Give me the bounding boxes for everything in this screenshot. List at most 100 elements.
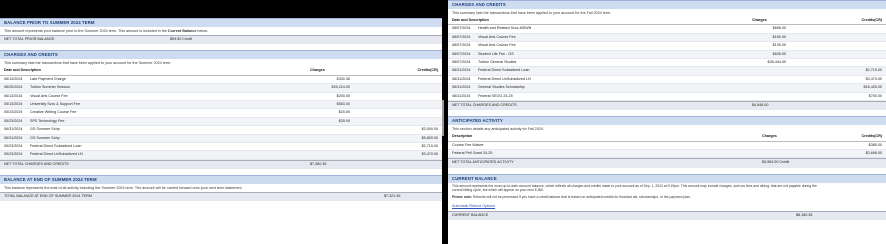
row-charge: $200.00: [336, 93, 350, 98]
row-charge: $635.00: [772, 51, 786, 56]
summer-charges-total-row: NET TOTAL CHARGES AND CREDITS $7,380.36: [0, 159, 442, 170]
row-date: 06/14/2024: [4, 76, 23, 81]
row-credit: [350, 76, 442, 83]
row-description: Federal Pell Grant 24-25: [452, 151, 493, 156]
current-balance-heading: CURRENT BALANCE: [448, 173, 886, 183]
row-description: Student Life Fee - GS: [478, 51, 514, 56]
row-credit: [350, 101, 442, 108]
row-date: 06/31/2024: [4, 127, 23, 132]
fall-charges-heading: CHARGES AND CREDITS: [448, 0, 886, 9]
row-credit: [786, 34, 886, 41]
end-balance-heading: BALANCE AT END OF SUMMER 2024 TERM: [0, 175, 442, 185]
table-row: 08/07/2024 Tuition General Studies $28,444…: [448, 59, 886, 68]
prior-balance-total-label: NET TOTAL PRIOR BALANCE: [4, 37, 55, 41]
row-description: Health and Related Svcs MSWN: [478, 26, 532, 31]
column-description: Description: [452, 134, 473, 139]
current-balance-text-line-2: current billing cycle, but which will ap…: [452, 188, 544, 193]
column-credits: Credits(CR): [417, 68, 439, 73]
table-row: 08/07/2024 Visual Arts Course Fee $160.00: [448, 33, 886, 43]
fall-charges-total-row: NET TOTAL CHARGES AND CREDITS $4,946.00: [448, 100, 886, 111]
fall-charges-header-row: Date and Description Charges Credits(CR): [448, 17, 886, 26]
row-description: SPS Technology Fee: [30, 118, 65, 123]
fall-charges-total-value: $4,946.00: [752, 102, 769, 107]
row-description: Federal Direct Subsidized Loan: [30, 143, 82, 148]
row-date: 06/31/2024: [4, 135, 23, 140]
row-date: 08/31/2024: [452, 85, 471, 90]
end-balance-description: This balance represents the total of all…: [4, 186, 243, 191]
fall-charges-total-label: NET TOTAL CHARGES AND CREDITS: [452, 102, 517, 107]
row-credit: $3,470.00: [421, 152, 438, 157]
row-charge: [618, 150, 786, 157]
row-credit: $3,698.00: [865, 151, 882, 156]
anticipated-header-row: Description Charges Credits(CR): [448, 133, 886, 142]
table-row: 05/23/2024 SPS Technology Fee $35.00: [0, 117, 442, 127]
row-credit: [350, 84, 442, 91]
row-credit: $3,000.00: [421, 127, 438, 132]
row-credit: $16,425.00: [863, 85, 882, 90]
row-description: Federal SEOG 24-25: [478, 93, 513, 98]
refund-note-text: Refunds will not be processed if you hav…: [471, 195, 691, 200]
fall-charges-description: This summary lists the transactions that…: [452, 11, 612, 15]
row-date: 08/07/2024: [452, 51, 471, 56]
row-description: GS Summer Schp: [30, 135, 60, 140]
end-balance-total-row: TOTAL BALANCE AT END OF SUMMER 2024 TERM…: [0, 192, 442, 202]
row-charge: [170, 151, 350, 158]
summer-charges-description: This summary lists the transactions that…: [4, 61, 172, 66]
row-description: Federal Direct UnSubsidized LN: [478, 76, 531, 81]
row-credit: $2,715.00: [865, 68, 882, 73]
row-charge: $696.00: [772, 26, 786, 31]
row-charge: $553.00: [336, 101, 350, 106]
row-credit: [786, 51, 886, 58]
column-date-description: Date and Description: [4, 68, 41, 73]
row-credit: [350, 93, 442, 100]
row-charge: [618, 67, 786, 74]
table-row: 05/23/2024 Creative Writing Course Fee $20…: [0, 109, 442, 118]
current-balance-description: This amount represents the most up-to-da…: [448, 183, 886, 194]
column-date-description: Date and Description: [452, 18, 489, 22]
column-credits: Credits(CR): [861, 134, 883, 139]
fall-charges-table: 08/07/2024 Health and Related Svcs MSWN $6…: [448, 25, 886, 101]
end-balance-total-value: $7,321.36: [384, 194, 401, 199]
anticipated-heading: ANTICIPATED ACTIVITY: [448, 116, 886, 126]
row-date: 05/23/2024: [4, 143, 23, 148]
row-charge: [618, 84, 786, 91]
row-date: 05/23/2024: [4, 118, 23, 123]
refund-note: Please note: Refunds will not be process…: [448, 194, 886, 202]
row-description: University Svcs & Support Fee: [30, 101, 81, 106]
summer-charges-table: 06/14/2024 Late Payment Charge $330.36 06/2…: [0, 76, 442, 160]
table-row: 05/13/2024 University Svcs & Support Fee $…: [0, 100, 442, 110]
refund-note-label: Please note:: [452, 195, 472, 200]
row-date: 05/23/2024: [4, 152, 23, 157]
row-credit: $700.00: [868, 93, 882, 98]
table-row: 08/31/2024 Federal Direct UnSubsidized LN…: [448, 76, 886, 85]
summer-charges-header-row: Date and Description Charges Credits(CR): [0, 67, 442, 76]
window-divider-handle[interactable]: [442, 100, 444, 136]
prior-balance-description: This amount represents your balance prio…: [4, 29, 208, 33]
table-row: Federal Pell Grant 24-25 $3,698.00: [448, 150, 886, 159]
table-row: 06/20/2024 Tuition Summer Session $25,224.…: [0, 84, 442, 93]
row-description: Creative Writing Course Fee: [30, 110, 77, 115]
row-description: Course Fee Waiver: [452, 142, 484, 147]
column-charges: Charges: [310, 68, 325, 73]
row-charge: $25,224.00: [331, 85, 350, 90]
summer-charges-heading: CHARGES AND CREDITS: [0, 50, 442, 60]
fall-statement-panel: CHARGES AND CREDITS This summary lists t…: [448, 0, 886, 244]
row-date: 08/07/2024: [452, 59, 471, 64]
row-description: Visual Arts Course Fee: [478, 43, 516, 48]
row-charge: [618, 93, 786, 100]
row-charge: [170, 126, 350, 133]
summer-charges-total-value: $7,380.36: [310, 161, 327, 166]
row-date: 08/07/2024: [452, 26, 471, 31]
row-description: Federal Direct UnSubsidized LN: [30, 152, 83, 157]
row-date: 06/13/2024: [4, 93, 23, 98]
table-row: 06/14/2024 Late Payment Charge $330.36: [0, 76, 442, 85]
row-credit: $3,470.00: [865, 76, 882, 81]
row-credit: [786, 25, 886, 32]
row-date: 08/07/2024: [452, 34, 471, 39]
row-date: 08/31/2024: [452, 93, 471, 98]
row-charge: $35.00: [338, 118, 350, 123]
automatic-refund-options-link[interactable]: Automatic Refund Options: [448, 202, 886, 210]
table-row: 08/07/2024 Student Life Fee - GS $635.00: [448, 50, 886, 59]
table-row: 06/31/2024 GS Summer Schp $3,000.00: [0, 126, 442, 135]
current-balance-total-value: $8,180.36: [796, 212, 813, 217]
